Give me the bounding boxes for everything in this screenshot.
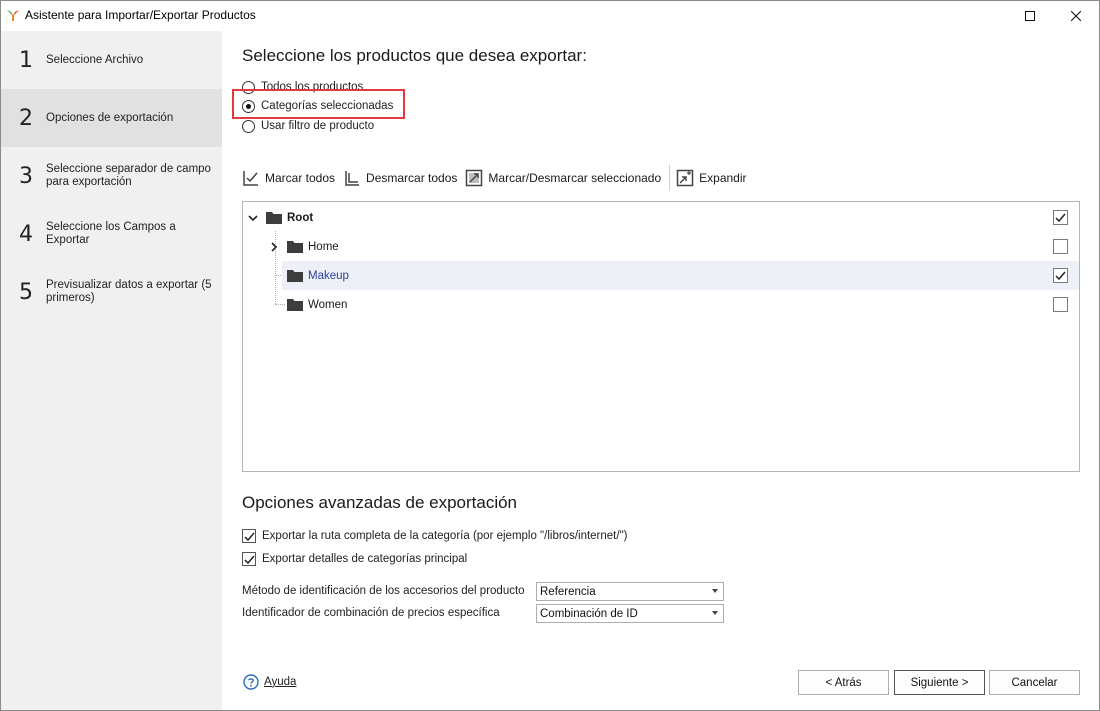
accessories-method-select[interactable]: Referencia: [536, 582, 724, 601]
step-number: 4: [19, 221, 33, 247]
checkmark-icon: [243, 555, 255, 564]
help-icon: [243, 674, 259, 690]
step-label: Opciones de exportación: [46, 111, 174, 124]
step-label: Previsualizar datos a exportar (5 primer…: [46, 279, 212, 304]
category-tree[interactable]: Root Home Makeup Women: [242, 201, 1080, 472]
chevron-right-icon[interactable]: [268, 241, 280, 253]
tree-node-home[interactable]: Home: [243, 232, 1079, 261]
window-title: Asistente para Importar/Exportar Product…: [25, 8, 256, 22]
step-number: 5: [19, 279, 33, 305]
full-path-option[interactable]: Exportar la ruta completa de la categorí…: [242, 527, 627, 545]
combination-id-select[interactable]: Combinación de ID: [536, 604, 724, 623]
parent-details-option[interactable]: Exportar detalles de categorías principa…: [242, 550, 467, 568]
step-label: Seleccione los Campos a Exportar: [46, 221, 176, 246]
radio-product-filter[interactable]: Usar filtro de producto: [242, 117, 374, 135]
advanced-options-title: Opciones avanzadas de exportación: [242, 493, 518, 512]
checkmark-icon: [1055, 213, 1066, 223]
radio-label: Usar filtro de producto: [261, 120, 375, 132]
expand-icon: [676, 169, 694, 187]
expand-button[interactable]: Expandir: [676, 167, 747, 189]
step-4[interactable]: 4 Seleccione los Campos a Exportar: [1, 205, 222, 263]
close-button[interactable]: [1053, 1, 1099, 31]
chevron-down-icon[interactable]: [247, 212, 259, 224]
step-number: 1: [19, 47, 33, 73]
tree-node-label: Women: [308, 298, 348, 311]
check-all-label: Marcar todos: [265, 171, 336, 185]
step-3[interactable]: 3 Seleccione separador de campo para exp…: [1, 147, 222, 205]
wizard-steps-sidebar: 1 Seleccione Archivo 2 Opciones de expor…: [1, 31, 222, 710]
dropdown-arrow-icon: [712, 611, 718, 615]
tree-node-checkbox[interactable]: [1053, 239, 1068, 254]
cancel-button[interactable]: Cancelar: [989, 670, 1080, 695]
full-path-checkbox[interactable]: [242, 529, 256, 543]
parent-details-checkbox[interactable]: [242, 552, 256, 566]
step-label: Seleccione separador de campo para expor…: [46, 163, 211, 188]
uncheck-all-icon: [343, 169, 361, 187]
maximize-button[interactable]: [1007, 1, 1053, 31]
main-panel: Seleccione los productos que desea expor…: [222, 31, 1099, 710]
expand-label: Expandir: [699, 171, 747, 185]
folder-icon: [287, 299, 303, 311]
folder-icon: [287, 270, 303, 282]
highlight-annotation: [232, 89, 405, 119]
tree-node-label: Makeup: [308, 269, 349, 282]
tree-node-checkbox[interactable]: [1053, 210, 1068, 225]
accessories-method-value: Referencia: [540, 585, 596, 598]
combination-id-value: Combinación de ID: [540, 607, 638, 620]
tree-node-makeup[interactable]: Makeup: [282, 261, 1079, 290]
step-number: 3: [19, 163, 33, 189]
radio-button[interactable]: [242, 119, 255, 133]
step-number: 2: [19, 105, 33, 131]
close-icon: [1071, 11, 1081, 21]
tree-node-women[interactable]: Women: [243, 290, 1079, 319]
tree-node-label: Root: [287, 211, 314, 224]
check-all-icon: [242, 169, 260, 187]
tree-node-root[interactable]: Root: [243, 203, 1079, 232]
step-1[interactable]: 1 Seleccione Archivo: [1, 31, 222, 89]
checkmark-icon: [1055, 271, 1066, 281]
app-logo-icon: [7, 10, 19, 21]
uncheck-all-button[interactable]: Desmarcar todos: [343, 167, 457, 189]
check-all-button[interactable]: Marcar todos: [242, 167, 335, 189]
next-button[interactable]: Siguiente >: [894, 670, 985, 695]
folder-icon: [266, 212, 282, 224]
tree-node-checkbox[interactable]: [1053, 268, 1068, 283]
tree-node-checkbox[interactable]: [1053, 297, 1068, 312]
folder-icon: [287, 241, 303, 253]
title-bar: Asistente para Importar/Exportar Product…: [1, 1, 1099, 31]
help-label: Ayuda: [264, 676, 297, 688]
wizard-window: Asistente para Importar/Exportar Product…: [0, 0, 1100, 711]
toggle-selected-label: Marcar/Desmarcar seleccionado: [488, 171, 662, 185]
dropdown-arrow-icon: [712, 589, 718, 593]
accessories-method-label: Método de identificación de los accesori…: [242, 585, 525, 597]
full-path-label: Exportar la ruta completa de la categorí…: [262, 530, 628, 542]
toggle-selected-icon: [465, 169, 483, 187]
page-title: Seleccione los productos que desea expor…: [242, 46, 587, 65]
checkmark-icon: [243, 532, 255, 541]
maximize-icon: [1025, 11, 1035, 21]
step-2[interactable]: 2 Opciones de exportación: [1, 89, 222, 147]
step-5[interactable]: 5 Previsualizar datos a exportar (5 prim…: [1, 263, 222, 321]
back-button[interactable]: < Atrás: [798, 670, 889, 695]
toolbar-divider: [669, 165, 671, 191]
uncheck-all-label: Desmarcar todos: [366, 171, 458, 185]
toggle-selected-button[interactable]: Marcar/Desmarcar seleccionado: [465, 167, 661, 189]
step-label: Seleccione Archivo: [46, 53, 144, 66]
parent-details-label: Exportar detalles de categorías principa…: [262, 553, 468, 565]
tree-node-label: Home: [308, 240, 339, 253]
help-link[interactable]: Ayuda: [243, 674, 296, 690]
tree-toolbar: Marcar todos Desmarcar todos Marcar/Desm…: [242, 165, 755, 191]
combination-id-label: Identificador de combinación de precios …: [242, 607, 500, 619]
